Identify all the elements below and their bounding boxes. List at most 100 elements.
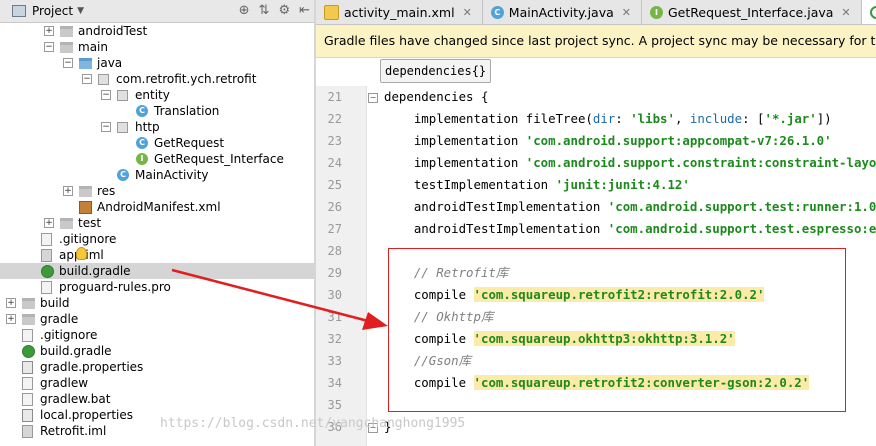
tree-item-label: test [78, 216, 102, 230]
breadcrumb[interactable]: dependencies{} [380, 59, 492, 83]
file-icon [22, 393, 33, 406]
collapse-icon[interactable]: − [63, 58, 73, 68]
tree-item[interactable]: + build [0, 295, 314, 311]
folder-blue-icon [79, 58, 92, 69]
expand-icon[interactable]: + [63, 186, 73, 196]
code-token: 'com.android.support.test:runner:1.0.1' [607, 199, 876, 214]
tree-item[interactable]: proguard-rules.pro [0, 279, 314, 295]
editor-tab-label: activity_main.xml [344, 4, 455, 20]
line-number: 22 [327, 112, 342, 126]
tree-item[interactable]: + res [0, 183, 314, 199]
editor-tab[interactable]: I GetRequest_Interface.java ✕ [642, 0, 862, 24]
interface-icon: I [649, 5, 663, 19]
project-panel-title[interactable]: Project [32, 4, 73, 18]
tree-item[interactable]: .gitignore [0, 327, 314, 343]
tree-item-label: build.gradle [59, 264, 131, 278]
folder-icon [79, 186, 92, 197]
collapse-icon[interactable]: − [101, 122, 111, 132]
project-panel-header: Project ▼ ⊕ ⇅ ⚙ ⇤ [0, 0, 314, 23]
line-number: 27 [327, 222, 342, 236]
gear-icon[interactable]: ⚙ [278, 3, 290, 18]
expand-icon[interactable]: + [44, 26, 54, 36]
folder-icon [22, 314, 35, 325]
tree-item[interactable]: build.gradle [0, 263, 314, 279]
editor-tab[interactable]: app [861, 0, 876, 24]
code-token: ]) [816, 111, 832, 126]
gradle-sync-banner: Gradle files have changed since last pro… [316, 25, 876, 58]
tree-item[interactable]: gradlew.bat [0, 391, 314, 407]
lightbulb-icon[interactable] [76, 247, 87, 260]
package-icon [98, 74, 109, 85]
iml-icon [22, 425, 33, 438]
tree-item[interactable]: gradlew [0, 375, 314, 391]
tree-item[interactable]: − com.retrofit.ych.retrofit [0, 71, 314, 87]
folder-icon [60, 218, 73, 229]
tree-item[interactable]: app.iml [0, 247, 314, 263]
code-line: implementation fileTree(dir: 'libs', inc… [384, 108, 832, 130]
close-icon[interactable]: ✕ [622, 6, 631, 19]
tree-item[interactable]: + gradle [0, 311, 314, 327]
tree-item-label: Retrofit.iml [40, 424, 107, 438]
collapse-all-icon[interactable]: ⇅ [259, 3, 270, 18]
tree-item-label: local.properties [40, 408, 134, 422]
tree-item-label: gradle [40, 312, 79, 326]
code-token: : [ [742, 111, 765, 126]
line-number: 34 [327, 376, 342, 390]
line-number: 35 [327, 398, 342, 412]
expand-icon[interactable]: + [6, 314, 16, 324]
collapse-icon[interactable]: − [44, 42, 54, 52]
hide-panel-icon[interactable]: ⇤ [299, 3, 310, 18]
iml-icon [41, 249, 52, 262]
gradle-icon [869, 5, 876, 19]
line-number: 32 [327, 332, 342, 346]
class-icon: C [490, 5, 504, 19]
highlight-box [388, 248, 846, 412]
line-number: 25 [327, 178, 342, 192]
tree-item[interactable]: − http [0, 119, 314, 135]
tree-item[interactable]: C Translation [0, 103, 314, 119]
tree-item[interactable]: I GetRequest_Interface [0, 151, 314, 167]
tree-item-label: .gitignore [40, 328, 98, 342]
code-token: androidTestImplementation [384, 199, 608, 214]
tree-item[interactable]: − entity [0, 87, 314, 103]
class-icon: C [136, 137, 148, 149]
code-line: dependencies { [384, 86, 488, 108]
file-icon [22, 377, 33, 390]
code-token: '*.jar' [764, 111, 817, 126]
project-icon [12, 5, 26, 17]
sync-target-icon[interactable]: ⊕ [239, 3, 250, 18]
tree-item[interactable]: build.gradle [0, 343, 314, 359]
tree-item[interactable]: .gitignore [0, 231, 314, 247]
tree-item-label: build [40, 296, 70, 310]
code-token: 'libs' [630, 111, 675, 126]
code-token: 'com.android.support:appcompat-v7:26.1.0… [525, 133, 832, 148]
code-token: 'com.android.support.constraint:constrai… [525, 155, 876, 170]
tree-item[interactable]: AndroidManifest.xml [0, 199, 314, 215]
code-line: implementation 'com.android.support.cons… [384, 152, 876, 174]
code-token: implementation [384, 133, 526, 148]
editor-tab[interactable]: C MainActivity.java ✕ [483, 0, 642, 24]
tree-item[interactable]: − main [0, 39, 314, 55]
tree-item[interactable]: − java [0, 55, 314, 71]
expand-icon[interactable]: + [6, 298, 16, 308]
tree-item[interactable]: gradle.properties [0, 359, 314, 375]
tree-item[interactable]: C MainActivity [0, 167, 314, 183]
expand-icon[interactable]: + [44, 218, 54, 228]
editor-tab[interactable]: activity_main.xml ✕ [316, 0, 483, 24]
watermark: https://blog.csdn.net/yangchanghong1995 [160, 416, 466, 431]
package-icon [117, 90, 128, 101]
close-icon[interactable]: ✕ [463, 6, 472, 19]
editor-tab-bar: activity_main.xml ✕ C MainActivity.java ✕ I Ge… [316, 0, 876, 25]
tree-item-label: http [135, 120, 160, 134]
tree-item[interactable]: + androidTest [0, 23, 314, 39]
tree-item[interactable]: + test [0, 215, 314, 231]
chevron-down-icon[interactable]: ▼ [77, 6, 84, 16]
tree-item[interactable]: C GetRequest [0, 135, 314, 151]
collapse-icon[interactable]: − [101, 90, 111, 100]
folder-icon [60, 26, 73, 37]
close-icon[interactable]: ✕ [841, 6, 850, 19]
collapse-icon[interactable]: − [82, 74, 92, 84]
class-icon: C [117, 169, 129, 181]
tree-item-label: gradle.properties [40, 360, 144, 374]
fold-marker-icon[interactable]: − [368, 93, 378, 103]
